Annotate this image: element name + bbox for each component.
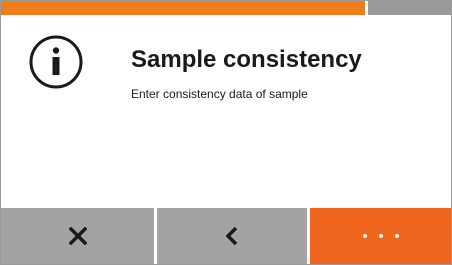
dialog-screen: Sample consistency Enter consistency dat…: [0, 0, 452, 265]
progress-fill: [1, 1, 366, 15]
back-button[interactable]: [154, 208, 307, 264]
dialog-subtitle: Enter consistency data of sample: [131, 87, 308, 101]
button-bar: [1, 208, 451, 264]
dialog-title: Sample consistency: [131, 46, 362, 73]
progress-separator: [364, 1, 368, 15]
more-button[interactable]: [307, 208, 451, 264]
close-button[interactable]: [1, 208, 154, 264]
chevron-left-icon: [225, 226, 238, 246]
more-dots-icon: [362, 234, 399, 238]
info-icon: [29, 35, 83, 89]
close-icon: [68, 227, 87, 245]
progress-bar: [1, 1, 451, 15]
